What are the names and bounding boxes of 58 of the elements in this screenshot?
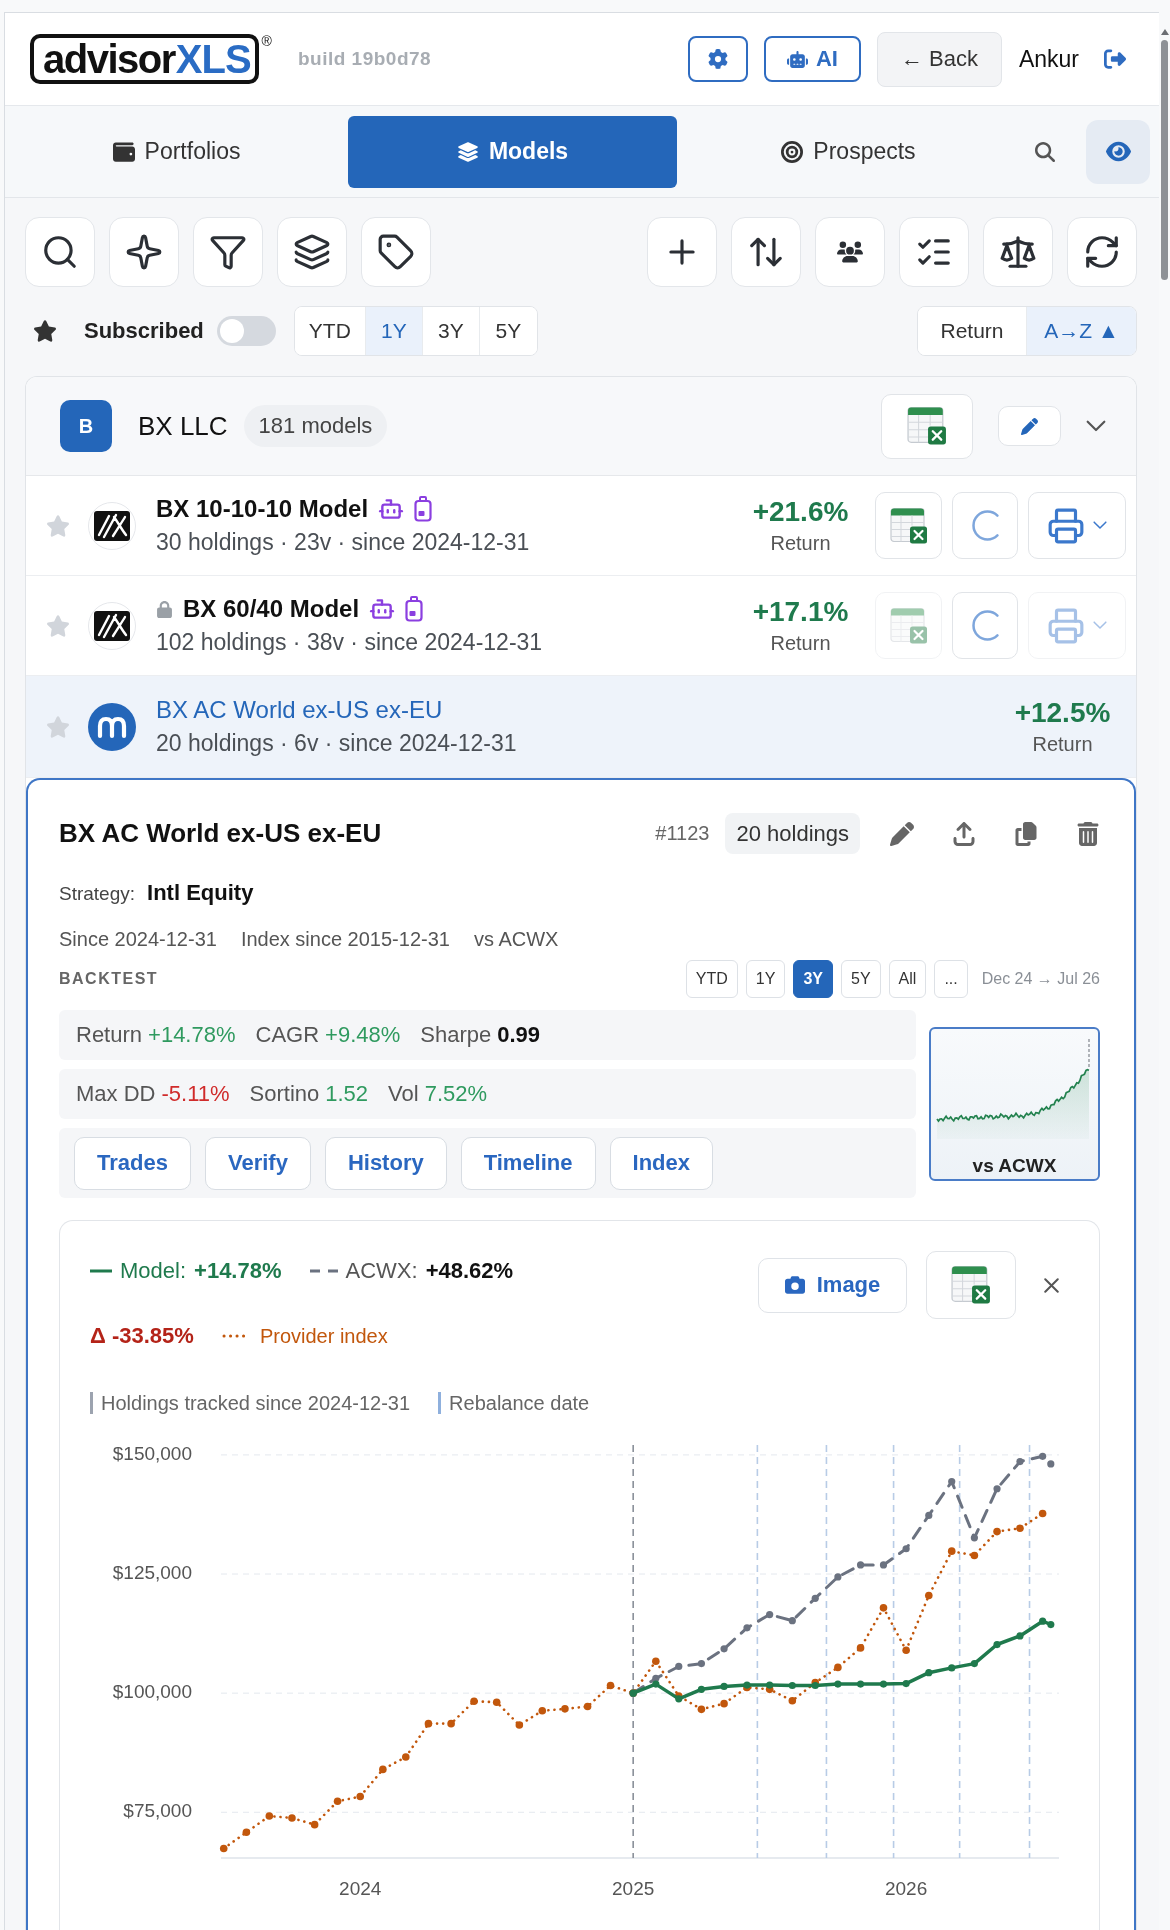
stat-label: Vol	[388, 1081, 419, 1107]
filter-label: Subscribed	[84, 318, 204, 344]
model-title: BX AC World ex-US ex-EU	[59, 818, 382, 849]
legend-label: Model:	[120, 1258, 187, 1284]
stat-value: 0.99	[497, 1022, 541, 1048]
model-name: BX 60/40 Model	[183, 595, 360, 623]
return-label: Return	[770, 632, 831, 655]
detail-meta-text: Since 2024-12-31	[59, 927, 217, 952]
y-axis-label: $75,000	[123, 1800, 192, 1822]
section-label: BACKTEST	[59, 970, 159, 988]
marker-label: Rebalance date	[449, 1391, 590, 1415]
group-name: BX LLC	[138, 410, 228, 442]
y-axis-label: $150,000	[112, 1442, 192, 1464]
model-name: BX 10-10-10 Model	[156, 495, 369, 523]
stat-label: Max DD	[76, 1081, 156, 1107]
stat-label: Return	[76, 1022, 143, 1048]
stat-value: +9.48%	[325, 1022, 401, 1048]
stat-label: Sortino	[249, 1081, 320, 1107]
model-name: BX AC World ex-US ex-EU	[156, 696, 443, 724]
strategy-label: Strategy:	[59, 882, 136, 906]
detail-meta-text: Index since 2015-12-31	[240, 927, 450, 952]
stat-value: -5.11%	[161, 1081, 230, 1107]
stat-value: 1.52	[325, 1081, 369, 1107]
delta-value: Δ -33.85%	[90, 1323, 194, 1349]
model-meta: 20 holdings · 6v · since 2024-12-31	[156, 730, 517, 757]
stat-value: +14.78%	[148, 1022, 236, 1048]
holdings-badge: 20 holdings	[725, 813, 860, 854]
marker-label: Holdings tracked since 2024-12-31	[101, 1391, 411, 1415]
user-name: Ankur	[1018, 45, 1079, 73]
logo-text: advisor	[43, 38, 175, 80]
detail-meta-text: vs ACWX	[473, 927, 559, 952]
x-axis-label: 2024	[339, 1878, 382, 1899]
return-label: Return	[770, 532, 831, 555]
x-axis-label: 2026	[885, 1878, 928, 1899]
y-axis-label: $100,000	[112, 1681, 192, 1703]
return-value: +12.5%	[1014, 697, 1111, 729]
legend-label: ACWX:	[345, 1258, 418, 1284]
strategy-value: Intl Equity	[147, 879, 254, 907]
legend-value: +48.62%	[425, 1258, 514, 1284]
model-meta: 30 holdings · 23v · since 2024-12-31	[156, 529, 530, 556]
legend-value: +14.78%	[194, 1258, 282, 1284]
return-label: Return	[1032, 733, 1093, 756]
stat-value: 7.52%	[424, 1081, 488, 1107]
model-count-badge: 181 models	[243, 405, 388, 447]
legend-label: Provider index	[259, 1324, 388, 1348]
model-id: #1123	[655, 822, 710, 845]
build-label: build 19b0d78	[297, 48, 432, 70]
stat-label: CAGR	[255, 1022, 320, 1048]
model-meta: 102 holdings · 38v · since 2024-12-31	[156, 629, 543, 656]
x-axis-label: 2025	[612, 1878, 655, 1899]
return-value: +17.1%	[752, 596, 849, 628]
return-value: +21.6%	[752, 496, 849, 528]
stat-label: Sharpe	[420, 1022, 492, 1048]
date-range: Dec 24 → Jul 26	[981, 970, 1100, 988]
y-axis-label: $125,000	[112, 1562, 192, 1584]
logo-accent-text: XLS	[175, 38, 251, 80]
registered-mark: ®	[261, 34, 272, 48]
group-avatar: B	[60, 400, 112, 452]
